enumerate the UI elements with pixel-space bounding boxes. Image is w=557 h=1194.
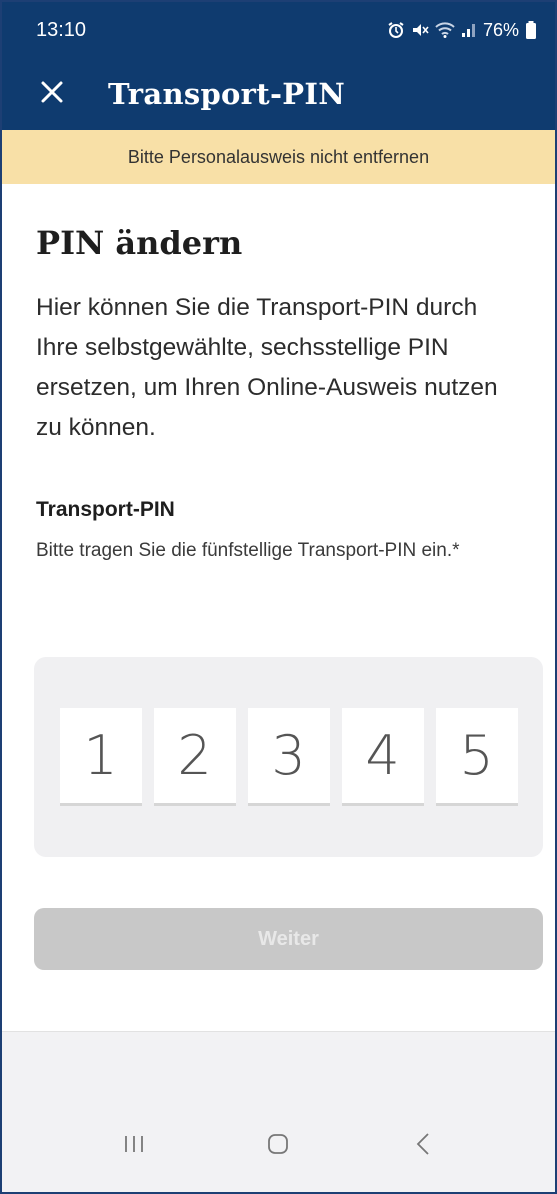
intro-text: Hier können Sie die Transport-PIN durch …: [36, 294, 498, 441]
main-content: PIN ändern Hier können Sie die Transport…: [36, 184, 526, 568]
pin-digit-1[interactable]: 1: [59, 708, 142, 806]
page-title: Transport-PIN: [108, 77, 346, 111]
pin-field-hint: Bitte tragen Sie die fünfstellige Transp…: [36, 540, 460, 561]
back-button[interactable]: [393, 1122, 453, 1172]
status-icons: 76%: [387, 20, 537, 41]
mute-icon: [411, 21, 429, 39]
app-frame: 13:10 76% Transport-PIN Bitte Personalau…: [0, 0, 557, 1194]
status-bar: 13:10 76%: [2, 2, 555, 58]
recents-icon: [123, 1134, 145, 1159]
system-nav-bar: [2, 1097, 555, 1192]
home-button[interactable]: [248, 1122, 308, 1172]
battery-text: 76%: [482, 19, 519, 40]
pin-digit-4[interactable]: 4: [341, 708, 424, 806]
close-icon: [40, 80, 64, 109]
app-bar: Transport-PIN: [2, 58, 555, 130]
back-icon: [415, 1132, 431, 1161]
pin-input-group[interactable]: 1 2 3 4 5: [34, 657, 543, 857]
warning-banner: Bitte Personalausweis nicht entfernen: [2, 130, 555, 184]
home-icon: [266, 1132, 290, 1161]
signal-icon: [461, 22, 477, 38]
section-heading: PIN ändern: [36, 224, 243, 262]
pin-digit-3[interactable]: 3: [247, 708, 330, 806]
status-time: 13:10: [36, 18, 87, 41]
pin-digit-2[interactable]: 2: [153, 708, 236, 806]
continue-button[interactable]: Weiter: [34, 908, 543, 970]
pin-digit-5[interactable]: 5: [435, 708, 518, 806]
alarm-icon: [387, 21, 405, 39]
close-button[interactable]: [32, 74, 72, 114]
wifi-icon: [435, 22, 455, 38]
battery-icon: [525, 21, 537, 39]
pin-field-label: Transport-PIN: [36, 498, 175, 521]
recents-button[interactable]: [104, 1122, 164, 1172]
